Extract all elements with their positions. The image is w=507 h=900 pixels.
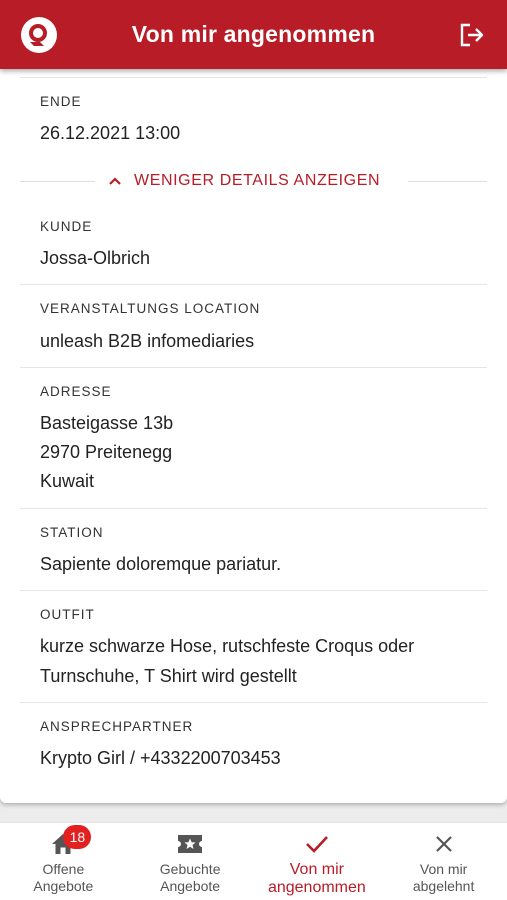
- less-details-label: WENIGER DETAILS ANZEIGEN: [134, 172, 381, 189]
- logout-icon[interactable]: [457, 20, 487, 50]
- brand-logo-icon[interactable]: [20, 16, 58, 54]
- detail-card: ENDE 26.12.2021 13:00 WENIGER DETAILS AN…: [0, 69, 507, 803]
- page-title: Von mir angenommen: [131, 21, 376, 47]
- outfit-line: kurze schwarze Hose, rutschfeste Croqus …: [40, 636, 415, 656]
- field-value: Krypto Girl / +4332200703453: [40, 748, 281, 768]
- details-toggle-row: WENIGER DETAILS ANZEIGEN: [0, 169, 507, 193]
- app-header: Von mir angenommen: [0, 0, 507, 69]
- nav-label: Von mir abgelehnt: [412, 861, 475, 894]
- field-value: Sapiente doloremque pariatur.: [40, 554, 282, 574]
- nav-icon-wrap: [305, 831, 329, 857]
- divider: [20, 181, 95, 182]
- field-label: VERANSTALTUNGS LOCATION: [40, 301, 261, 316]
- divider: [20, 508, 487, 509]
- nav-icon-wrap: [434, 831, 454, 857]
- divider: [20, 702, 487, 703]
- field-label: STATION: [40, 525, 104, 540]
- nav-label: Gebuchte Angebote: [159, 861, 221, 894]
- field-label: ANSPRECHPARTNER: [40, 719, 194, 734]
- notification-badge: 18: [63, 825, 92, 849]
- nav-item-von-mir-abgelehnt[interactable]: Von mir abgelehnt: [380, 823, 507, 900]
- nav-item-offene-angebote[interactable]: 18 Offene Angebote: [0, 823, 127, 900]
- nav-item-von-mir-angenommen[interactable]: Von mir angenommen: [254, 823, 381, 900]
- bottom-nav: 18 Offene Angebote Gebuchte Angebote Von…: [0, 822, 507, 900]
- divider: [20, 367, 487, 368]
- nav-icon-wrap: [177, 831, 203, 857]
- divider: [20, 590, 487, 591]
- nav-icon-wrap: 18: [50, 825, 92, 857]
- field-label: KUNDE: [40, 219, 93, 234]
- nav-label: Von mir angenommen: [267, 861, 366, 896]
- field-value: 26.12.2021 13:00: [40, 123, 181, 143]
- ticket-star-icon: [178, 835, 203, 853]
- nav-label: Offene Angebote: [33, 861, 94, 894]
- nav-item-gebuchte-angebote[interactable]: Gebuchte Angebote: [127, 823, 254, 900]
- divider: [20, 77, 487, 78]
- field-label: ENDE: [40, 94, 82, 109]
- check-icon: [305, 836, 328, 853]
- address-line: Kuwait: [40, 471, 95, 491]
- field-label: ADRESSE: [40, 384, 112, 399]
- divider: [20, 284, 487, 285]
- chevron-up-icon: [109, 177, 121, 185]
- address-line: 2970 Preitenegg: [40, 442, 173, 462]
- field-value: Jossa-Olbrich: [40, 248, 151, 268]
- less-details-button[interactable]: WENIGER DETAILS ANZEIGEN: [108, 169, 380, 193]
- field-value: unleash B2B infomediaries: [40, 331, 255, 351]
- divider: [408, 181, 487, 182]
- field-label: OUTFIT: [40, 607, 95, 622]
- address-line: Basteigasse 13b: [40, 413, 174, 433]
- outfit-line: Turnschuhe, T Shirt wird gestellt: [40, 666, 297, 686]
- close-icon: [435, 836, 452, 852]
